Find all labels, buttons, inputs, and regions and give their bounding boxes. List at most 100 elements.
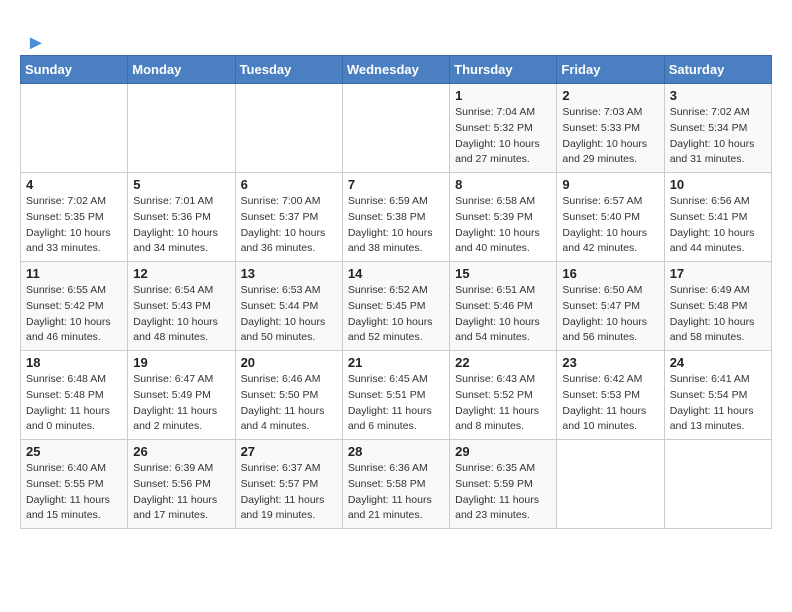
calendar-cell: 24 Sunrise: 6:41 AM Sunset: 5:54 PM Dayli… — [664, 351, 771, 440]
day-number: 1 — [455, 88, 551, 103]
logo-arrow-icon: ► — [26, 32, 46, 55]
day-info: Sunrise: 7:03 AM Sunset: 5:33 PM Dayligh… — [562, 105, 658, 168]
day-number: 26 — [133, 444, 229, 459]
day-info: Sunrise: 6:43 AM Sunset: 5:52 PM Dayligh… — [455, 372, 551, 435]
calendar-cell: 11 Sunrise: 6:55 AM Sunset: 5:42 PM Dayli… — [21, 262, 128, 351]
column-header-thursday: Thursday — [450, 56, 557, 84]
day-info: Sunrise: 6:50 AM Sunset: 5:47 PM Dayligh… — [562, 283, 658, 346]
day-info: Sunrise: 6:52 AM Sunset: 5:45 PM Dayligh… — [348, 283, 444, 346]
calendar-cell: 29 Sunrise: 6:35 AM Sunset: 5:59 PM Dayli… — [450, 440, 557, 529]
day-info: Sunrise: 6:54 AM Sunset: 5:43 PM Dayligh… — [133, 283, 229, 346]
day-number: 5 — [133, 177, 229, 192]
column-header-friday: Friday — [557, 56, 664, 84]
day-number: 22 — [455, 355, 551, 370]
day-info: Sunrise: 6:45 AM Sunset: 5:51 PM Dayligh… — [348, 372, 444, 435]
column-header-monday: Monday — [128, 56, 235, 84]
day-info: Sunrise: 6:42 AM Sunset: 5:53 PM Dayligh… — [562, 372, 658, 435]
day-number: 14 — [348, 266, 444, 281]
day-number: 24 — [670, 355, 766, 370]
day-number: 17 — [670, 266, 766, 281]
day-info: Sunrise: 6:48 AM Sunset: 5:48 PM Dayligh… — [26, 372, 122, 435]
day-info: Sunrise: 6:39 AM Sunset: 5:56 PM Dayligh… — [133, 461, 229, 524]
calendar-cell: 19 Sunrise: 6:47 AM Sunset: 5:49 PM Dayli… — [128, 351, 235, 440]
calendar-week-3: 11 Sunrise: 6:55 AM Sunset: 5:42 PM Dayli… — [21, 262, 772, 351]
calendar-cell: 1 Sunrise: 7:04 AM Sunset: 5:32 PM Daylig… — [450, 84, 557, 173]
day-info: Sunrise: 6:47 AM Sunset: 5:49 PM Dayligh… — [133, 372, 229, 435]
calendar-week-1: 1 Sunrise: 7:04 AM Sunset: 5:32 PM Daylig… — [21, 84, 772, 173]
calendar-cell: 27 Sunrise: 6:37 AM Sunset: 5:57 PM Dayli… — [235, 440, 342, 529]
calendar-week-4: 18 Sunrise: 6:48 AM Sunset: 5:48 PM Dayli… — [21, 351, 772, 440]
day-info: Sunrise: 7:00 AM Sunset: 5:37 PM Dayligh… — [241, 194, 337, 257]
day-number: 2 — [562, 88, 658, 103]
day-info: Sunrise: 6:41 AM Sunset: 5:54 PM Dayligh… — [670, 372, 766, 435]
day-info: Sunrise: 6:53 AM Sunset: 5:44 PM Dayligh… — [241, 283, 337, 346]
day-number: 16 — [562, 266, 658, 281]
calendar-cell — [557, 440, 664, 529]
column-header-tuesday: Tuesday — [235, 56, 342, 84]
day-number: 20 — [241, 355, 337, 370]
calendar-cell — [128, 84, 235, 173]
day-number: 15 — [455, 266, 551, 281]
calendar-cell: 12Sunrise: 6:54 AM Sunset: 5:43 PM Dayli… — [128, 262, 235, 351]
calendar-cell: 5 Sunrise: 7:01 AM Sunset: 5:36 PM Daylig… — [128, 173, 235, 262]
day-number: 21 — [348, 355, 444, 370]
calendar-header-row: SundayMondayTuesdayWednesdayThursdayFrid… — [21, 56, 772, 84]
calendar-cell: 28Sunrise: 6:36 AM Sunset: 5:58 PM Dayli… — [342, 440, 449, 529]
calendar-cell: 17 Sunrise: 6:49 AM Sunset: 5:48 PM Dayli… — [664, 262, 771, 351]
day-number: 3 — [670, 88, 766, 103]
day-number: 7 — [348, 177, 444, 192]
day-info: Sunrise: 6:57 AM Sunset: 5:40 PM Dayligh… — [562, 194, 658, 257]
day-number: 23 — [562, 355, 658, 370]
logo: ► — [20, 28, 46, 55]
day-info: Sunrise: 7:04 AM Sunset: 5:32 PM Dayligh… — [455, 105, 551, 168]
calendar-cell — [21, 84, 128, 173]
day-info: Sunrise: 6:35 AM Sunset: 5:59 PM Dayligh… — [455, 461, 551, 524]
calendar-cell: 15Sunrise: 6:51 AM Sunset: 5:46 PM Dayli… — [450, 262, 557, 351]
calendar-cell: 2 Sunrise: 7:03 AM Sunset: 5:33 PM Daylig… — [557, 84, 664, 173]
day-number: 13 — [241, 266, 337, 281]
day-info: Sunrise: 6:58 AM Sunset: 5:39 PM Dayligh… — [455, 194, 551, 257]
calendar-cell: 18 Sunrise: 6:48 AM Sunset: 5:48 PM Dayli… — [21, 351, 128, 440]
day-info: Sunrise: 7:01 AM Sunset: 5:36 PM Dayligh… — [133, 194, 229, 257]
column-header-saturday: Saturday — [664, 56, 771, 84]
day-info: Sunrise: 6:40 AM Sunset: 5:55 PM Dayligh… — [26, 461, 122, 524]
day-number: 6 — [241, 177, 337, 192]
calendar-cell: 26 Sunrise: 6:39 AM Sunset: 5:56 PM Dayli… — [128, 440, 235, 529]
calendar-week-2: 4Sunrise: 7:02 AM Sunset: 5:35 PM Daylig… — [21, 173, 772, 262]
calendar-cell: 16 Sunrise: 6:50 AM Sunset: 5:47 PM Dayli… — [557, 262, 664, 351]
day-info: Sunrise: 6:49 AM Sunset: 5:48 PM Dayligh… — [670, 283, 766, 346]
calendar-cell — [664, 440, 771, 529]
calendar-cell: 7Sunrise: 6:59 AM Sunset: 5:38 PM Daylig… — [342, 173, 449, 262]
day-info: Sunrise: 7:02 AM Sunset: 5:34 PM Dayligh… — [670, 105, 766, 168]
calendar-cell: 21 Sunrise: 6:45 AM Sunset: 5:51 PM Dayli… — [342, 351, 449, 440]
calendar-week-5: 25 Sunrise: 6:40 AM Sunset: 5:55 PM Dayli… — [21, 440, 772, 529]
page-header: ► — [20, 28, 772, 55]
column-header-wednesday: Wednesday — [342, 56, 449, 84]
calendar-table: SundayMondayTuesdayWednesdayThursdayFrid… — [20, 55, 772, 529]
calendar-cell — [235, 84, 342, 173]
calendar-cell: 6 Sunrise: 7:00 AM Sunset: 5:37 PM Daylig… — [235, 173, 342, 262]
calendar-cell: 10 Sunrise: 6:56 AM Sunset: 5:41 PM Dayli… — [664, 173, 771, 262]
calendar-cell: 25 Sunrise: 6:40 AM Sunset: 5:55 PM Dayli… — [21, 440, 128, 529]
day-info: Sunrise: 6:37 AM Sunset: 5:57 PM Dayligh… — [241, 461, 337, 524]
calendar-body: 1 Sunrise: 7:04 AM Sunset: 5:32 PM Daylig… — [21, 84, 772, 529]
day-info: Sunrise: 7:02 AM Sunset: 5:35 PM Dayligh… — [26, 194, 122, 257]
day-number: 8 — [455, 177, 551, 192]
day-number: 27 — [241, 444, 337, 459]
calendar-cell: 20 Sunrise: 6:46 AM Sunset: 5:50 PM Dayli… — [235, 351, 342, 440]
day-number: 19 — [133, 355, 229, 370]
day-info: Sunrise: 6:46 AM Sunset: 5:50 PM Dayligh… — [241, 372, 337, 435]
day-number: 25 — [26, 444, 122, 459]
day-info: Sunrise: 6:55 AM Sunset: 5:42 PM Dayligh… — [26, 283, 122, 346]
day-number: 9 — [562, 177, 658, 192]
calendar-cell: 23 Sunrise: 6:42 AM Sunset: 5:53 PM Dayli… — [557, 351, 664, 440]
day-number: 29 — [455, 444, 551, 459]
calendar-cell: 9 Sunrise: 6:57 AM Sunset: 5:40 PM Daylig… — [557, 173, 664, 262]
calendar-cell: 4Sunrise: 7:02 AM Sunset: 5:35 PM Daylig… — [21, 173, 128, 262]
day-number: 18 — [26, 355, 122, 370]
day-info: Sunrise: 6:56 AM Sunset: 5:41 PM Dayligh… — [670, 194, 766, 257]
calendar-cell: 13 Sunrise: 6:53 AM Sunset: 5:44 PM Dayli… — [235, 262, 342, 351]
day-number: 10 — [670, 177, 766, 192]
day-number: 28 — [348, 444, 444, 459]
day-number: 11 — [26, 266, 122, 281]
